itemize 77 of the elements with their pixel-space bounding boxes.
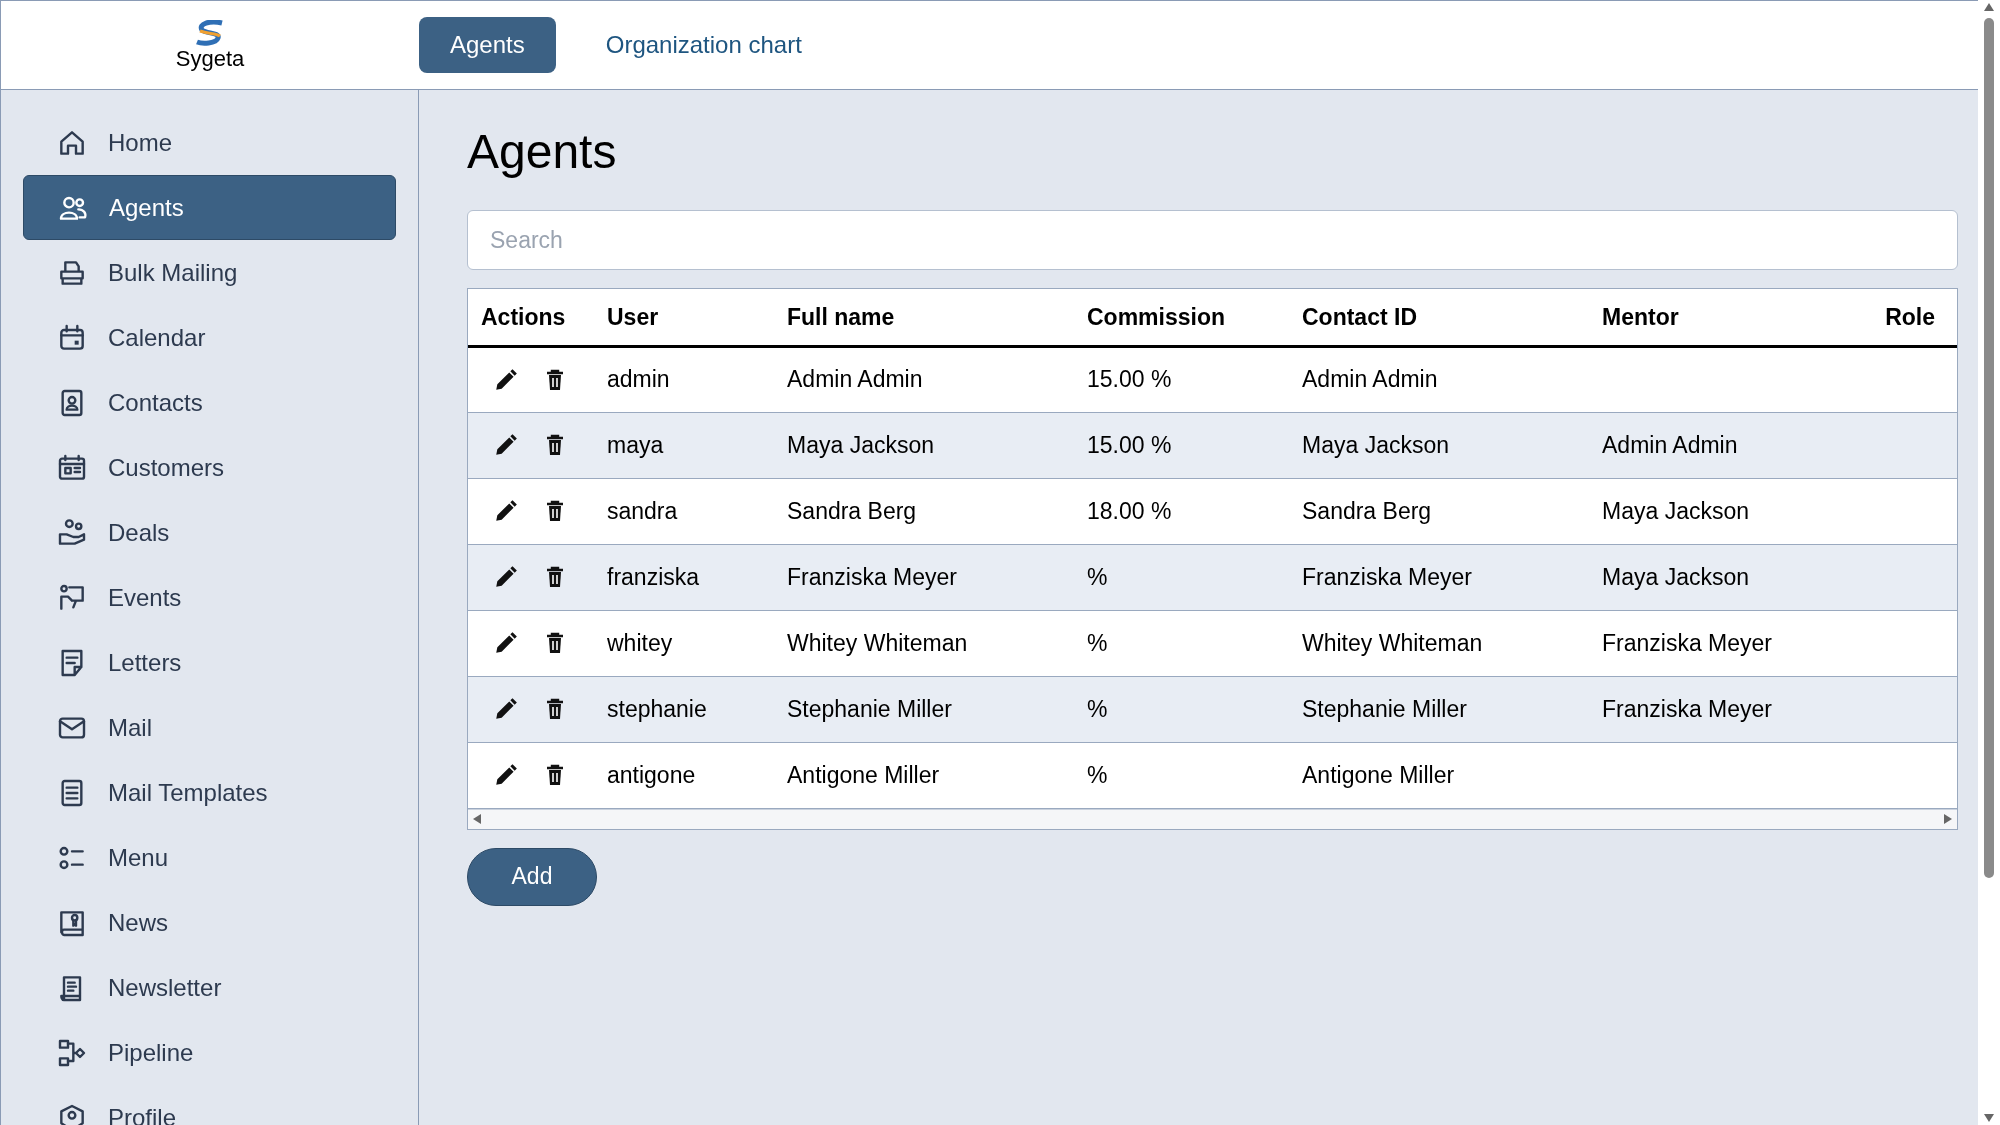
sidebar-item[interactable]: Mail Templates xyxy=(23,760,396,825)
sidebar-item[interactable]: Mail xyxy=(23,695,396,760)
header-tab[interactable]: Organization chart xyxy=(595,17,812,73)
table-cell: Maya Jackson xyxy=(1302,431,1449,458)
table-cell: Franziska Meyer xyxy=(1302,563,1472,590)
sidebar-item[interactable]: Deals xyxy=(23,500,396,565)
scroll-left-icon[interactable] xyxy=(472,813,482,825)
add-button[interactable]: Add xyxy=(467,847,597,906)
sidebar-item[interactable]: Bulk Mailing xyxy=(23,240,396,305)
vertical-scrollbar[interactable] xyxy=(1978,0,2000,1125)
table-cell: Admin Admin xyxy=(787,366,923,393)
sidebar-item[interactable]: Newsletter xyxy=(23,955,396,1020)
search-field[interactable]: Search xyxy=(467,210,1958,270)
table-cell: % xyxy=(1087,761,1108,788)
table-cell: % xyxy=(1087,629,1108,656)
column-header: Actions xyxy=(468,289,594,346)
table-cell: Stephanie Miller xyxy=(1302,695,1467,722)
table-cell: Maya Jackson xyxy=(1602,497,1749,524)
table-cell: Whitey Whiteman xyxy=(1302,629,1483,656)
table-cell: Franziska Meyer xyxy=(1602,629,1772,656)
table-cell: Admin Admin xyxy=(1602,431,1738,458)
table-cell: Whitey Whiteman xyxy=(787,629,968,656)
horizontal-scrollbar[interactable] xyxy=(468,808,1957,829)
sidebar-item[interactable]: News xyxy=(23,890,396,955)
sidebar-item[interactable]: Calendar xyxy=(23,305,396,370)
table-cell: Maya Jackson xyxy=(1602,563,1749,590)
table-cell: Antigone Miller xyxy=(787,761,940,788)
table-cell: whitey xyxy=(607,629,673,656)
header-tab[interactable]: Agents xyxy=(419,17,556,73)
sidebar-item[interactable]: Events xyxy=(23,565,396,630)
pencil-icon[interactable] xyxy=(493,762,519,788)
sidebar-item[interactable]: Menu xyxy=(23,825,396,890)
column-header: Full name xyxy=(774,289,1074,346)
table-cell: stephanie xyxy=(607,695,707,722)
sidebar-item[interactable]: Pipeline xyxy=(23,1020,396,1085)
column-header: Role xyxy=(1859,289,1957,346)
pencil-icon[interactable] xyxy=(493,432,519,458)
table-cell: Sandra Berg xyxy=(1302,497,1432,524)
sidebar-item[interactable]: Letters xyxy=(23,630,396,695)
table-cell: franziska xyxy=(607,563,700,590)
pencil-icon[interactable] xyxy=(493,696,519,722)
table-cell: Admin Admin xyxy=(1302,366,1438,393)
page-title: Agents xyxy=(467,128,618,176)
scroll-down-icon[interactable] xyxy=(1983,1113,1995,1123)
table-cell: antigone xyxy=(607,761,696,788)
pencil-icon[interactable] xyxy=(493,564,519,590)
column-header: Commission xyxy=(1074,289,1289,346)
scroll-up-icon[interactable] xyxy=(1983,2,1995,12)
table-cell: maya xyxy=(607,431,664,458)
table-cell: Franziska Meyer xyxy=(1602,695,1772,722)
table-cell: Maya Jackson xyxy=(787,431,934,458)
table-cell: 15.00 % xyxy=(1087,431,1172,458)
table-cell: % xyxy=(1087,563,1108,590)
pencil-icon[interactable] xyxy=(493,630,519,656)
pencil-icon[interactable] xyxy=(493,498,519,524)
scroll-thumb[interactable] xyxy=(1984,18,1994,878)
pencil-icon[interactable] xyxy=(493,366,519,393)
column-header: Contact ID xyxy=(1289,289,1589,346)
logo[interactable]: Sygeta xyxy=(1,20,419,70)
table-cell: 18.00 % xyxy=(1087,497,1172,524)
column-header: Mentor xyxy=(1589,289,1859,346)
table-cell: 15.00 % xyxy=(1087,366,1172,393)
table-cell: % xyxy=(1087,695,1108,722)
sidebar-item[interactable]: Home xyxy=(23,110,396,175)
table-cell: admin xyxy=(607,366,670,393)
column-header: User xyxy=(594,289,774,346)
table-cell: Stephanie Miller xyxy=(787,695,952,722)
table-cell: Franziska Meyer xyxy=(787,563,957,590)
table-cell: Antigone Miller xyxy=(1302,761,1455,788)
scroll-right-icon[interactable] xyxy=(1943,813,1953,825)
sidebar-item[interactable]: Contacts xyxy=(23,370,396,435)
logo-text: Sygeta xyxy=(175,48,245,70)
sidebar-item[interactable]: Profile xyxy=(23,1085,396,1125)
sidebar-item[interactable]: Customers xyxy=(23,435,396,500)
table-cell: Sandra Berg xyxy=(787,497,917,524)
sidebar-item[interactable]: Agents xyxy=(23,175,396,240)
table-cell: sandra xyxy=(607,497,678,524)
